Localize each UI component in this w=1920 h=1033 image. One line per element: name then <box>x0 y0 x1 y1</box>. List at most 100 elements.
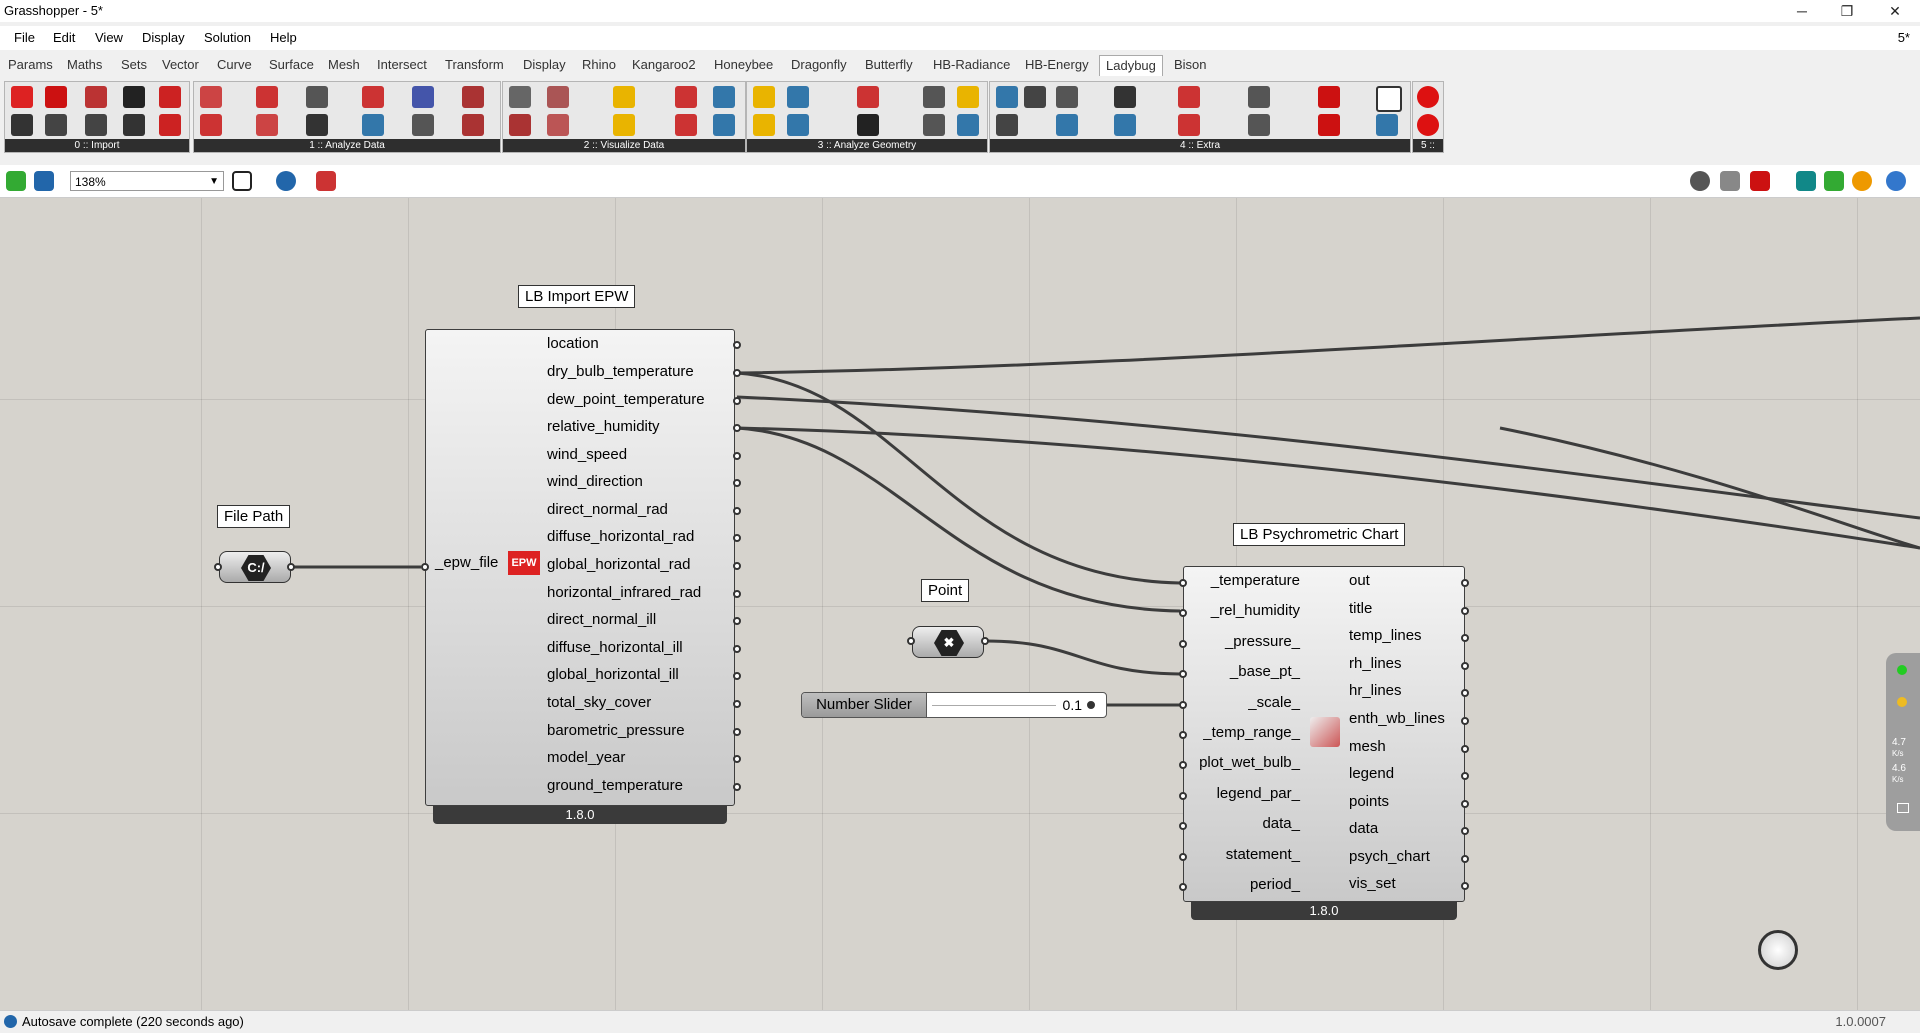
people-icon[interactable] <box>1248 114 1270 136</box>
minimize-button[interactable]: ─ <box>1785 1 1819 21</box>
input-legend-par[interactable]: legend_par_ <box>1217 785 1300 802</box>
grip-out[interactable] <box>1461 579 1469 587</box>
output-dry-bulb-temperature[interactable]: dry_bulb_temperature <box>547 363 694 380</box>
folder-icon[interactable] <box>1318 86 1340 108</box>
output-global-horizontal-rad[interactable]: global_horizontal_rad <box>547 556 690 573</box>
tab-dragonfly[interactable]: Dragonfly <box>791 57 847 72</box>
hourly-op-icon[interactable] <box>200 86 222 108</box>
grip-epw-in[interactable] <box>421 563 429 571</box>
grip-diffuse-rad[interactable] <box>733 534 741 542</box>
grip-psych-chart[interactable] <box>1461 855 1469 863</box>
bar-chart-icon[interactable] <box>509 114 531 136</box>
input-data[interactable]: data_ <box>1262 815 1300 832</box>
grip-infrared[interactable] <box>733 590 741 598</box>
grip-vis-set[interactable] <box>1461 882 1469 890</box>
input-plot-wet-bulb[interactable]: plot_wet_bulb_ <box>1199 754 1300 771</box>
output-wind-speed[interactable]: wind_speed <box>547 446 627 463</box>
sun-icon[interactable] <box>613 86 635 108</box>
grip-scale[interactable] <box>1179 701 1187 709</box>
input-period[interactable]: period_ <box>1250 876 1300 893</box>
wireframe-icon[interactable] <box>1720 171 1740 191</box>
menu-view[interactable]: View <box>95 30 123 45</box>
grip-diffuse-ill[interactable] <box>733 645 741 653</box>
grip-points[interactable] <box>1461 800 1469 808</box>
open-folder-icon[interactable] <box>1318 114 1340 136</box>
slider-track[interactable] <box>932 705 1056 706</box>
output-legend[interactable]: legend <box>1349 765 1394 782</box>
wire-extra[interactable] <box>1499 426 1920 550</box>
output-out[interactable]: out <box>1349 572 1370 589</box>
grip-legend[interactable] <box>1461 772 1469 780</box>
dome-icon[interactable] <box>957 114 979 136</box>
grip-file-path-in[interactable] <box>214 563 222 571</box>
display-icon[interactable] <box>996 114 1018 136</box>
output-direct-normal-rad[interactable]: direct_normal_rad <box>547 501 668 518</box>
tab-bison[interactable]: Bison <box>1174 57 1207 72</box>
grip-sky-cover[interactable] <box>733 700 741 708</box>
grip-data-in[interactable] <box>1179 822 1187 830</box>
output-wind-direction[interactable]: wind_direction <box>547 473 643 490</box>
preview-eye-icon[interactable] <box>276 171 296 191</box>
grip-dry-bulb[interactable] <box>733 369 741 377</box>
menu-solution[interactable]: Solution <box>204 30 251 45</box>
apply-analysis-icon[interactable] <box>462 86 484 108</box>
document-preview-icon[interactable] <box>1886 171 1906 191</box>
grip-file-path-out[interactable] <box>287 563 295 571</box>
psych-chart-icon[interactable] <box>547 114 569 136</box>
tab-rhino[interactable]: Rhino <box>582 57 616 72</box>
grip-title[interactable] <box>1461 607 1469 615</box>
output-hr-lines[interactable]: hr_lines <box>1349 682 1402 699</box>
point-title[interactable]: Point <box>921 579 970 602</box>
output-diffuse-horizontal-ill[interactable]: diffuse_horizontal_ill <box>547 639 683 656</box>
input-epw-file[interactable]: _epw_file <box>435 554 498 571</box>
wire-point-basept[interactable] <box>984 639 1181 676</box>
view-icon[interactable] <box>787 86 809 108</box>
sun-path-icon[interactable] <box>613 114 635 136</box>
tab-hb-energy[interactable]: HB-Energy <box>1025 57 1089 72</box>
output-temp-lines[interactable]: temp_lines <box>1349 627 1422 644</box>
sun-study-icon[interactable] <box>753 114 775 136</box>
grip-wind-direction[interactable] <box>733 479 741 487</box>
location-icon[interactable] <box>85 86 107 108</box>
material-icon[interactable] <box>1852 171 1872 191</box>
sky-dome-icon[interactable] <box>675 114 697 136</box>
grip-wind-speed[interactable] <box>733 452 741 460</box>
output-rh-lines[interactable]: rh_lines <box>1349 655 1402 672</box>
window-icon[interactable] <box>923 114 945 136</box>
target-icon[interactable] <box>1376 86 1402 112</box>
tab-intersect[interactable]: Intersect <box>377 57 427 72</box>
grip-legend-par[interactable] <box>1179 792 1187 800</box>
tab-vector[interactable]: Vector <box>162 57 199 72</box>
output-global-horizontal-ill[interactable]: global_horizontal_ill <box>547 666 679 683</box>
mesh-quality-icon[interactable] <box>1824 171 1844 191</box>
open-file-icon[interactable] <box>6 171 26 191</box>
stat-icon[interactable] <box>85 114 107 136</box>
tab-kangaroo2[interactable]: Kangaroo2 <box>632 57 696 72</box>
download-icon[interactable] <box>159 114 181 136</box>
grip-model-year[interactable] <box>733 755 741 763</box>
grip-global-rad[interactable] <box>733 562 741 570</box>
input-temp-range[interactable]: _temp_range_ <box>1203 724 1300 741</box>
grip-data-out[interactable] <box>1461 827 1469 835</box>
grip-pressure[interactable] <box>733 728 741 736</box>
tab-surface[interactable]: Surface <box>269 57 314 72</box>
stat-export-icon[interactable] <box>1178 114 1200 136</box>
person-icon[interactable] <box>412 114 434 136</box>
record-icon[interactable] <box>1417 86 1439 108</box>
grip-mesh[interactable] <box>1461 745 1469 753</box>
grip-direct-ill[interactable] <box>733 617 741 625</box>
file-path-title[interactable]: File Path <box>217 505 291 528</box>
sunpath-icon[interactable] <box>11 86 33 108</box>
output-horizontal-infrared-rad[interactable]: horizontal_infrared_rad <box>547 584 701 601</box>
tab-honeybee[interactable]: Honeybee <box>714 57 773 72</box>
selected-only-icon[interactable] <box>1796 171 1816 191</box>
grip-global-ill[interactable] <box>733 672 741 680</box>
wire-dewpoint-out[interactable] <box>736 395 1920 520</box>
radiation-dome-icon[interactable] <box>857 114 879 136</box>
tab-curve[interactable]: Curve <box>217 57 252 72</box>
input-temperature[interactable]: _temperature <box>1211 572 1300 589</box>
tab-params[interactable]: Params <box>8 57 53 72</box>
grip-direct-normal-rad[interactable] <box>733 507 741 515</box>
zoom-select[interactable]: 138% ▼ <box>70 171 224 191</box>
output-points[interactable]: points <box>1349 793 1389 810</box>
